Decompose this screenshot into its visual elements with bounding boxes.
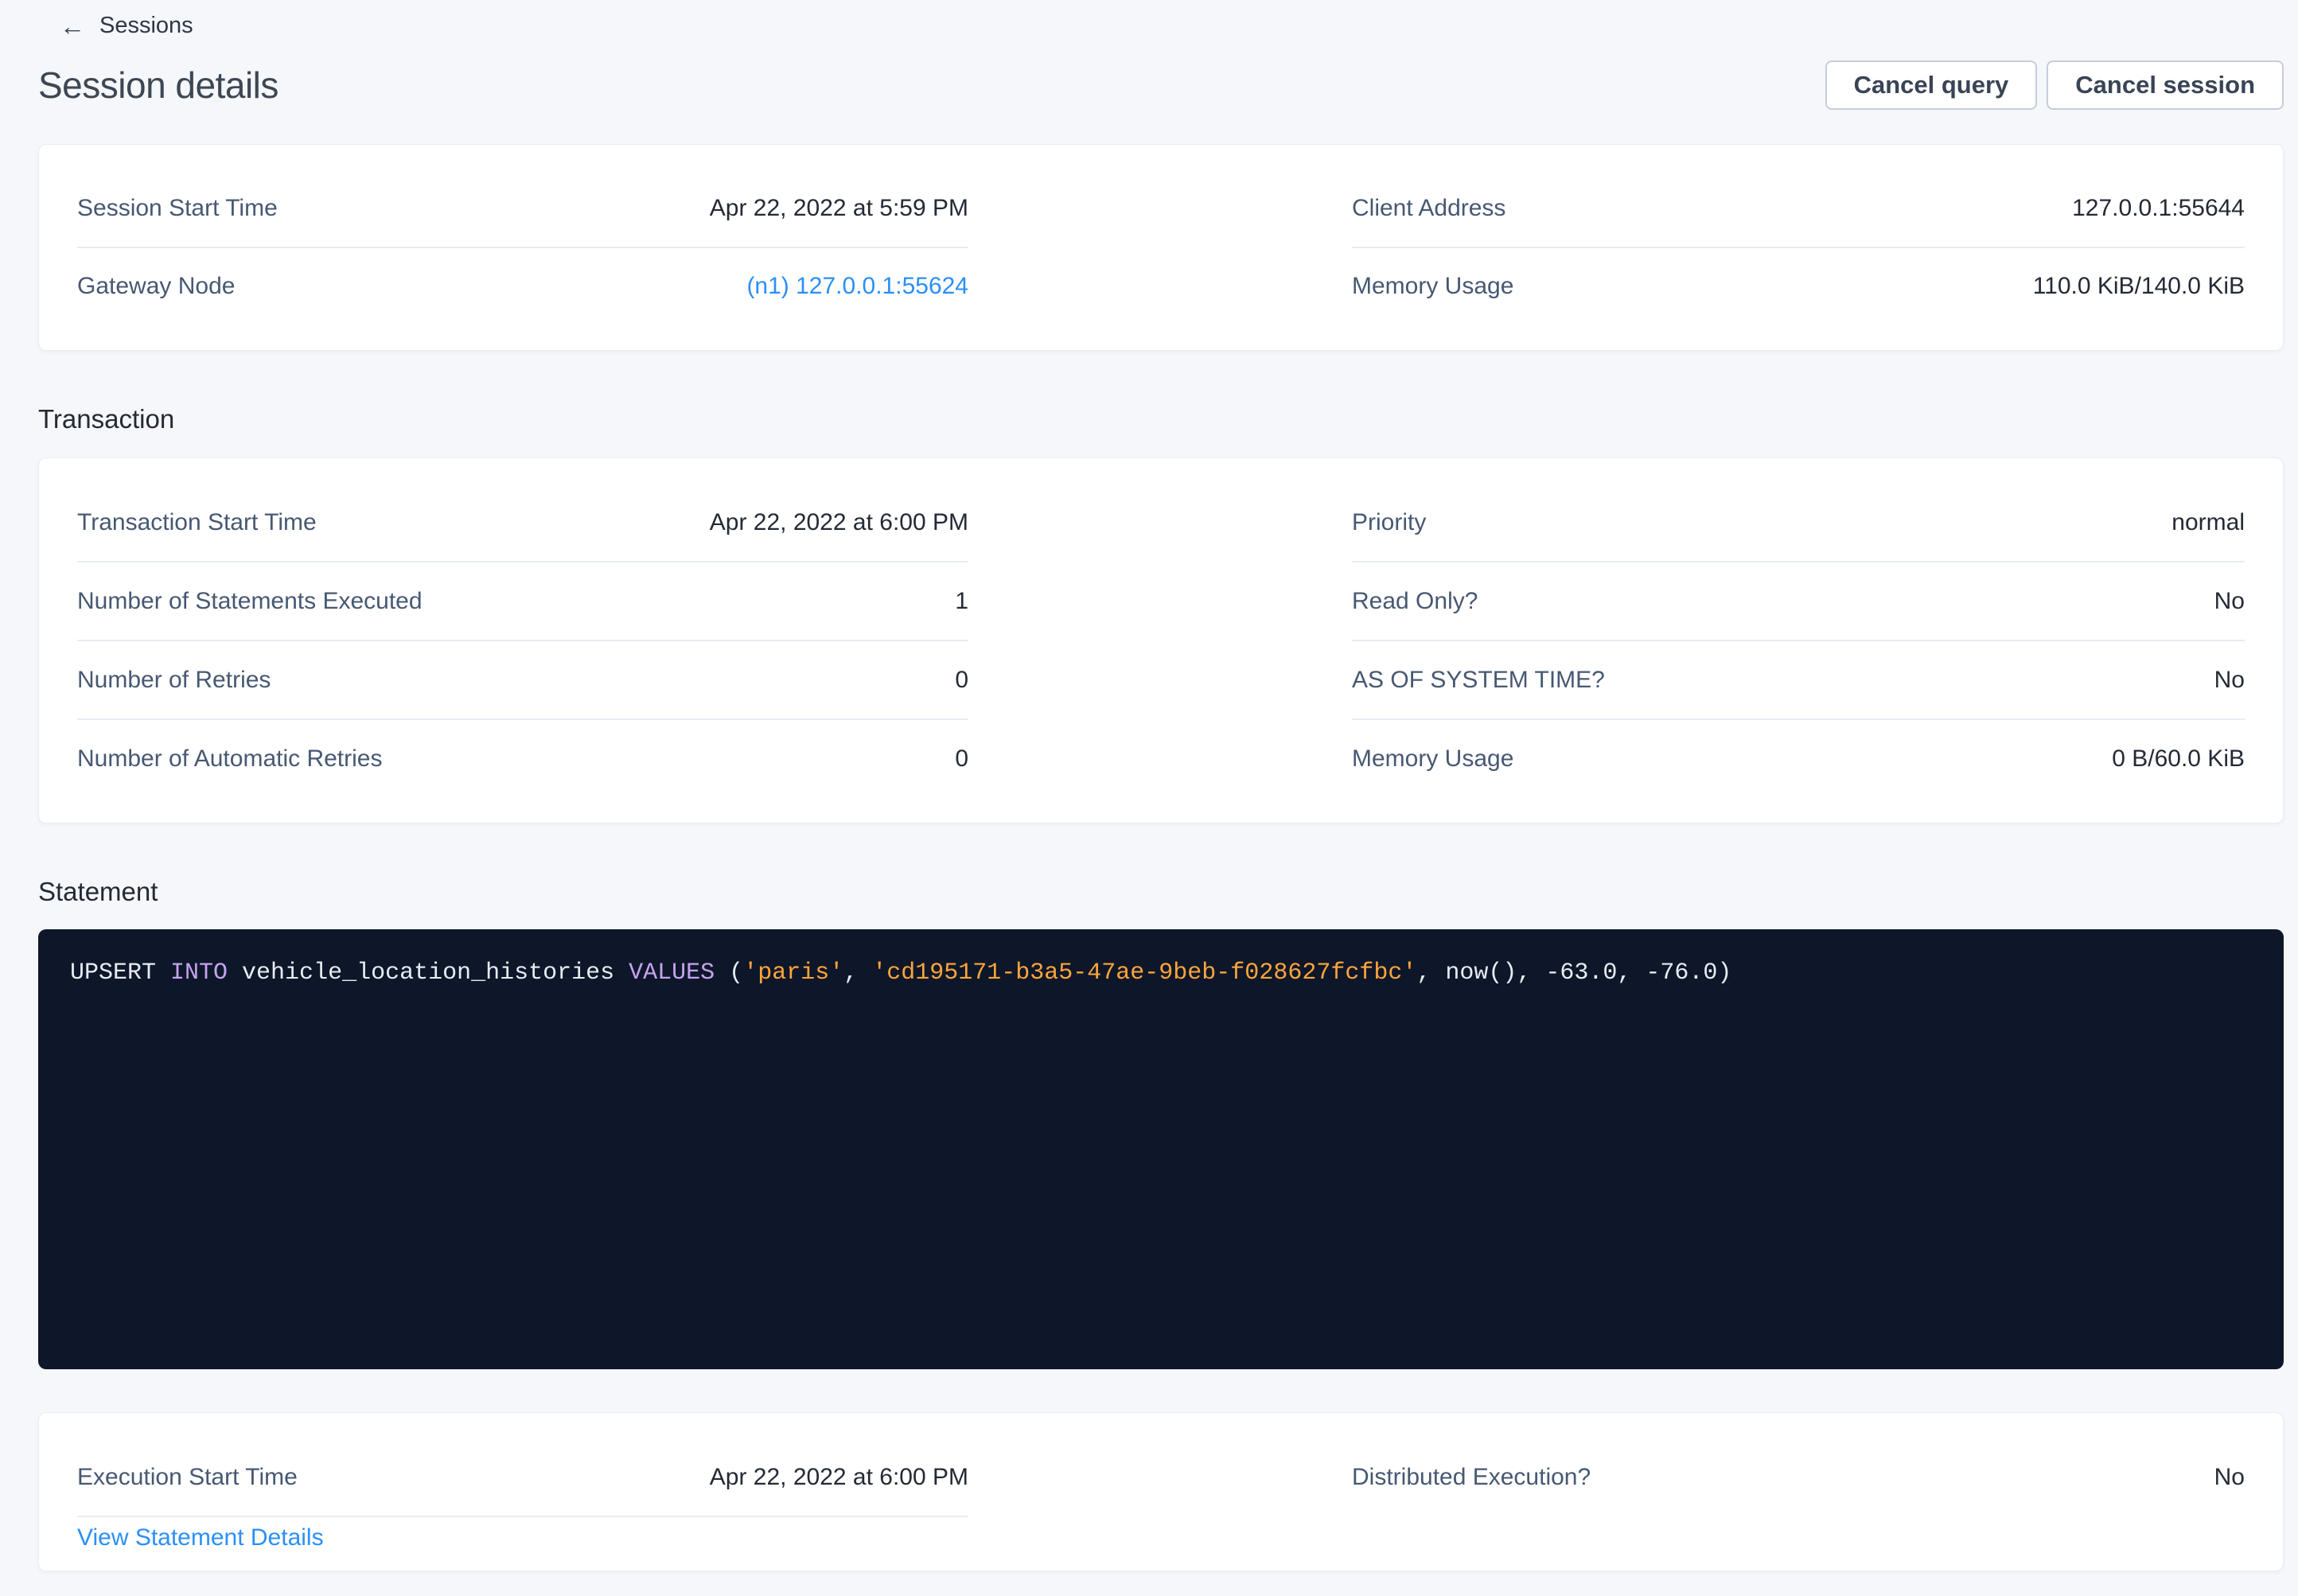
execution-card-left-column: Execution Start Time Apr 22, 2022 at 6:0… xyxy=(77,1439,968,1554)
statement-section-title: Statement xyxy=(38,876,2284,908)
row-value: 0 xyxy=(955,745,968,773)
row-value: 110.0 KiB/140.0 KiB xyxy=(2033,273,2245,300)
header-actions: Cancel query Cancel session xyxy=(1825,60,2284,110)
row-label: Transaction Start Time xyxy=(77,509,317,536)
row-value: 0 xyxy=(955,667,968,694)
session-memory-usage-row: Memory Usage 110.0 KiB/140.0 KiB xyxy=(1352,248,2245,325)
execution-summary-card: Execution Start Time Apr 22, 2022 at 6:0… xyxy=(38,1412,2284,1571)
retries-row: Number of Retries 0 xyxy=(77,641,968,718)
session-card-left-column: Session Start Time Apr 22, 2022 at 5:59 … xyxy=(77,170,968,325)
sql-token-keyword: INTO xyxy=(170,960,228,987)
row-label: Number of Statements Executed xyxy=(77,588,423,615)
transaction-start-time-row: Transaction Start Time Apr 22, 2022 at 6… xyxy=(77,484,968,561)
sql-token-plain: ( xyxy=(715,960,743,987)
row-label: Execution Start Time xyxy=(77,1464,298,1491)
execution-card-right-column: Distributed Execution? No xyxy=(1352,1439,2245,1554)
sql-token-plain: , now(), -63.0, -76.0) xyxy=(1416,960,1731,987)
row-value: 0 B/60.0 KiB xyxy=(2112,745,2245,773)
sql-token-keyword: VALUES xyxy=(629,960,715,987)
row-label: Session Start Time xyxy=(77,195,278,222)
page-title: Session details xyxy=(38,64,278,107)
row-value: normal xyxy=(2171,509,2245,536)
sql-token-string: 'paris' xyxy=(743,960,843,987)
page-header: Session details Cancel query Cancel sess… xyxy=(38,60,2284,111)
row-value: 127.0.0.1:55644 xyxy=(2072,195,2245,222)
session-card-right-column: Client Address 127.0.0.1:55644 Memory Us… xyxy=(1352,170,2245,325)
transaction-card-left-column: Transaction Start Time Apr 22, 2022 at 6… xyxy=(77,484,968,797)
breadcrumb-label: Sessions xyxy=(99,13,193,39)
sql-token-plain: vehicle_location_histories xyxy=(228,960,629,987)
row-value: No xyxy=(2214,588,2245,615)
distributed-execution-row: Distributed Execution? No xyxy=(1352,1439,2245,1516)
transaction-memory-usage-row: Memory Usage 0 B/60.0 KiB xyxy=(1352,720,2245,797)
row-value: Apr 22, 2022 at 6:00 PM xyxy=(710,1464,968,1491)
transaction-section-title: Transaction xyxy=(38,403,2284,435)
session-start-time-row: Session Start Time Apr 22, 2022 at 5:59 … xyxy=(77,170,968,247)
sql-token-string: 'cd195171-b3a5-47ae-9beb-f028627fcfbc' xyxy=(872,960,1416,987)
sql-token-plain: , xyxy=(843,960,872,987)
row-label: AS OF SYSTEM TIME? xyxy=(1352,667,1605,694)
row-label: Number of Automatic Retries xyxy=(77,745,382,773)
row-label: Read Only? xyxy=(1352,588,1478,615)
view-statement-details-link[interactable]: View Statement Details xyxy=(77,1522,324,1554)
row-value: Apr 22, 2022 at 6:00 PM xyxy=(710,509,968,536)
row-label: Memory Usage xyxy=(1352,273,1513,300)
transaction-card-right-column: Priority normal Read Only? No AS OF SYST… xyxy=(1352,484,2245,797)
row-value: Apr 22, 2022 at 5:59 PM xyxy=(710,195,968,222)
sql-code: UPSERT INTO vehicle_location_histories V… xyxy=(70,960,1731,987)
row-value: No xyxy=(2214,667,2245,694)
gateway-node-link[interactable]: (n1) 127.0.0.1:55624 xyxy=(746,273,968,300)
read-only-row: Read Only? No xyxy=(1352,562,2245,640)
row-label: Number of Retries xyxy=(77,667,271,694)
gateway-node-row: Gateway Node (n1) 127.0.0.1:55624 xyxy=(77,248,968,325)
execution-start-time-row: Execution Start Time Apr 22, 2022 at 6:0… xyxy=(77,1439,968,1516)
as-of-system-time-row: AS OF SYSTEM TIME? No xyxy=(1352,641,2245,718)
divider xyxy=(77,1516,968,1517)
row-label: Client Address xyxy=(1352,195,1505,222)
priority-row: Priority normal xyxy=(1352,484,2245,561)
row-label: Memory Usage xyxy=(1352,745,1513,773)
back-arrow-icon: ← xyxy=(60,14,85,39)
transaction-summary-card: Transaction Start Time Apr 22, 2022 at 6… xyxy=(38,457,2284,823)
client-address-row: Client Address 127.0.0.1:55644 xyxy=(1352,170,2245,247)
row-value: No xyxy=(2214,1464,2245,1491)
row-label: Gateway Node xyxy=(77,273,235,300)
session-details-page: ← Sessions Session details Cancel query … xyxy=(0,13,2298,1596)
row-label: Distributed Execution? xyxy=(1352,1464,1591,1491)
row-label: Priority xyxy=(1352,509,1426,536)
cancel-session-button[interactable]: Cancel session xyxy=(2047,60,2284,110)
breadcrumb-back-to-sessions[interactable]: ← Sessions xyxy=(60,13,193,39)
statements-executed-row: Number of Statements Executed 1 xyxy=(77,562,968,640)
cancel-query-button[interactable]: Cancel query xyxy=(1825,60,2038,110)
sql-token-plain: UPSERT xyxy=(70,960,170,987)
row-value: 1 xyxy=(955,588,968,615)
session-summary-card: Session Start Time Apr 22, 2022 at 5:59 … xyxy=(38,144,2284,351)
automatic-retries-row: Number of Automatic Retries 0 xyxy=(77,720,968,797)
sql-statement-box: UPSERT INTO vehicle_location_histories V… xyxy=(38,929,2284,1369)
